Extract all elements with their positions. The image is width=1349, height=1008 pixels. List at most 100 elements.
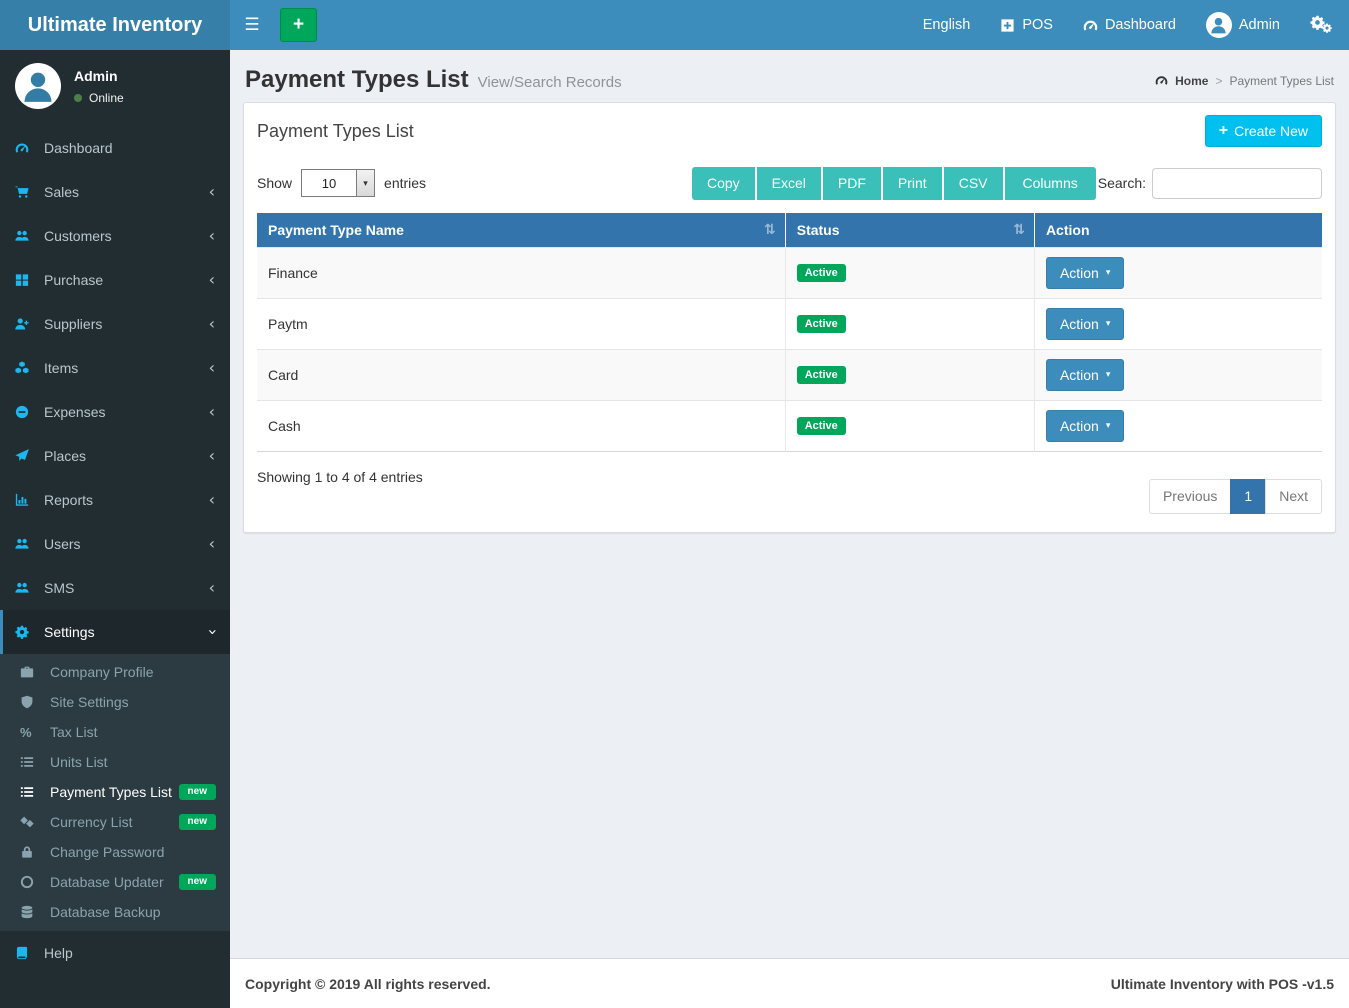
- sidebar-item-suppliers[interactable]: Suppliers ‹: [0, 302, 230, 346]
- action-dropdown-button[interactable]: Action▾: [1046, 308, 1124, 340]
- chevron-left-icon: ‹: [209, 536, 215, 552]
- submenu-item-units-list[interactable]: Units List: [0, 747, 230, 777]
- sidebar-menu: Dashboard Sales ‹ Customers ‹ Purchase ‹…: [0, 126, 230, 975]
- next-page-button[interactable]: Next: [1265, 479, 1322, 514]
- column-header-payment-type-name[interactable]: Payment Type Name ⇅: [257, 213, 785, 248]
- hamburger-icon: ☰: [244, 15, 259, 35]
- submenu-item-database-backup[interactable]: Database Backup: [0, 897, 230, 927]
- sidebar-item-help[interactable]: Help: [0, 931, 230, 975]
- list-icon: [20, 785, 44, 799]
- users-icon: [15, 581, 38, 595]
- payment-type-name-cell: Card: [257, 349, 785, 400]
- sidebar-item-users[interactable]: Users ‹: [0, 522, 230, 566]
- sidebar-user-name: Admin: [74, 68, 124, 84]
- sidebar-item-sales[interactable]: Sales ‹: [0, 170, 230, 214]
- paper-plane-icon: [15, 449, 38, 463]
- pdf-button[interactable]: PDF: [821, 167, 881, 200]
- sidebar-item-items[interactable]: Items ‹: [0, 346, 230, 390]
- entries-label: entries: [384, 175, 426, 191]
- status-badge: Active: [797, 264, 846, 282]
- chevron-left-icon: ‹: [209, 184, 215, 200]
- sidebar-item-sms[interactable]: SMS ‹: [0, 566, 230, 610]
- pos-link[interactable]: POS: [985, 0, 1068, 50]
- status-badge: Active: [797, 315, 846, 333]
- sidebar-toggle-button[interactable]: ☰: [230, 0, 274, 50]
- breadcrumb-current: Payment Types List: [1230, 74, 1335, 88]
- circle-icon: [20, 875, 44, 889]
- excel-button[interactable]: Excel: [755, 167, 821, 200]
- column-header-status[interactable]: Status ⇅: [785, 213, 1034, 248]
- action-dropdown-button[interactable]: Action▾: [1046, 257, 1124, 289]
- breadcrumb-home-link[interactable]: Home: [1175, 74, 1208, 88]
- caret-down-icon: ▾: [1106, 268, 1111, 278]
- top-navbar: ☰ + English POS Dashboard Admin: [230, 0, 1349, 50]
- pagination: Previous 1 Next: [1150, 479, 1322, 514]
- copy-button[interactable]: Copy: [692, 167, 755, 200]
- chevron-left-icon: ‹: [209, 272, 215, 288]
- action-dropdown-button[interactable]: Action▾: [1046, 410, 1124, 442]
- user-name-label: Admin: [1239, 17, 1280, 33]
- minus-circle-icon: [15, 405, 38, 419]
- user-menu[interactable]: Admin: [1191, 0, 1295, 50]
- submenu-item-currency-list[interactable]: Currency List new: [0, 807, 230, 837]
- table-controls: Show 10 ▾ entries Copy Excel PDF Print C…: [257, 167, 1322, 200]
- online-status-dot: [74, 94, 82, 102]
- book-icon: [15, 946, 38, 960]
- quick-add-button[interactable]: +: [280, 8, 317, 42]
- breadcrumb: Home > Payment Types List: [1155, 74, 1334, 88]
- chevron-left-icon: ‹: [209, 228, 215, 244]
- sidebar-item-places[interactable]: Places ‹: [0, 434, 230, 478]
- submenu-item-tax-list[interactable]: % Tax List: [0, 717, 230, 747]
- chevron-down-icon: ‹: [204, 629, 220, 635]
- create-new-button[interactable]: + Create New: [1205, 115, 1322, 147]
- cart-icon: [15, 185, 38, 199]
- page-1-button[interactable]: 1: [1230, 479, 1266, 514]
- sidebar-item-expenses[interactable]: Expenses ‹: [0, 390, 230, 434]
- users-icon: [15, 537, 38, 551]
- user-plus-icon: [15, 317, 38, 331]
- entries-select[interactable]: 10 ▾: [301, 169, 375, 197]
- submenu-item-database-updater[interactable]: Database Updater new: [0, 867, 230, 897]
- page-subtitle: View/Search Records: [478, 74, 622, 91]
- table-footer: Showing 1 to 4 of 4 entries Previous 1 N…: [257, 465, 1322, 514]
- csv-button[interactable]: CSV: [942, 167, 1003, 200]
- sidebar-item-purchase[interactable]: Purchase ‹: [0, 258, 230, 302]
- brand-logo[interactable]: Ultimate Inventory: [0, 0, 230, 50]
- status-badge: Active: [797, 417, 846, 435]
- settings-menu[interactable]: [1295, 0, 1349, 50]
- sidebar: Admin Online Dashboard Sales ‹ Customers…: [0, 50, 230, 1008]
- submenu-item-site-settings[interactable]: Site Settings: [0, 687, 230, 717]
- main-footer: Copyright © 2019 All rights reserved. Ul…: [230, 958, 1349, 1008]
- language-menu[interactable]: English: [908, 0, 986, 50]
- content-header: Payment Types List View/Search Records H…: [230, 50, 1349, 102]
- online-status-label: Online: [89, 91, 124, 105]
- users-icon: [15, 229, 38, 243]
- table-row: Card Active Action▾: [257, 349, 1322, 400]
- sidebar-avatar-icon: [15, 63, 61, 109]
- panel-body: Show 10 ▾ entries Copy Excel PDF Print C…: [244, 157, 1335, 532]
- sidebar-item-customers[interactable]: Customers ‹: [0, 214, 230, 258]
- dashboard-link[interactable]: Dashboard: [1068, 0, 1191, 50]
- submenu-item-company-profile[interactable]: Company Profile: [0, 657, 230, 687]
- panel-title: Payment Types List: [257, 121, 414, 142]
- chevron-left-icon: ‹: [209, 404, 215, 420]
- action-dropdown-button[interactable]: Action▾: [1046, 359, 1124, 391]
- database-icon: [20, 905, 44, 919]
- sort-icon: ⇅: [1013, 222, 1025, 238]
- search-input[interactable]: [1152, 168, 1322, 199]
- print-button[interactable]: Print: [881, 167, 942, 200]
- sidebar-item-settings[interactable]: Settings ‹: [0, 610, 230, 654]
- columns-button[interactable]: Columns: [1003, 167, 1096, 200]
- previous-page-button[interactable]: Previous: [1149, 479, 1231, 514]
- table-row: Finance Active Action▾: [257, 247, 1322, 298]
- new-badge: new: [179, 874, 216, 890]
- submenu-item-change-password[interactable]: Change Password: [0, 837, 230, 867]
- submenu-item-payment-types-list[interactable]: Payment Types List new: [0, 777, 230, 807]
- chevron-left-icon: ‹: [209, 316, 215, 332]
- sidebar-item-dashboard[interactable]: Dashboard: [0, 126, 230, 170]
- new-badge: new: [179, 814, 216, 830]
- gears-icon: [1310, 14, 1334, 36]
- navbar-right-menu: English POS Dashboard Admin: [908, 0, 1349, 50]
- sidebar-item-reports[interactable]: Reports ‹: [0, 478, 230, 522]
- payment-type-name-cell: Finance: [257, 247, 785, 298]
